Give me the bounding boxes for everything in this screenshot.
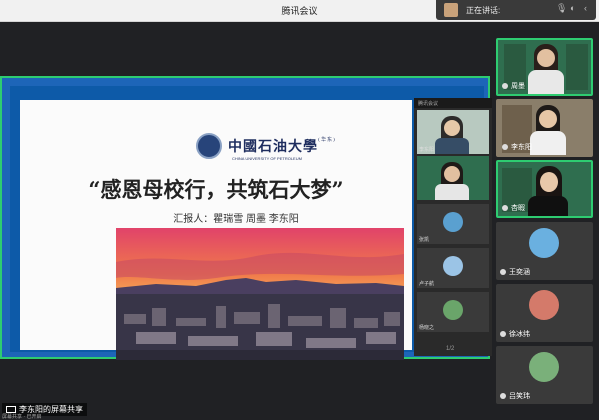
speaking-label: 正在讲话:	[466, 6, 501, 15]
participant-avatar-tile[interactable]: 徐冰纬	[496, 284, 593, 342]
mic-icon	[502, 144, 508, 151]
mini-gallery: 腾讯会议 李东阳 张凯 卢子航 杨晓之 1/2	[414, 98, 492, 356]
mini-participant-name: 杨晓之	[419, 325, 435, 331]
mic-icon	[502, 83, 508, 90]
participant-video-tile[interactable]: 周墨	[496, 38, 593, 96]
participant-avatar-tile[interactable]: 吕笑玮	[496, 346, 593, 404]
participant-avatar	[443, 212, 463, 232]
participant-name: 李东阳	[502, 142, 532, 152]
screen-share-sublabel: 屏幕共享 · 已开启	[2, 414, 42, 420]
participant-avatar	[443, 300, 463, 320]
camera-icon: ◐	[570, 3, 576, 13]
sunset-campus-photo	[116, 228, 404, 360]
participant-avatar	[529, 228, 559, 258]
mini-avatar-tile[interactable]: 卢子航	[417, 248, 489, 288]
participant-avatar	[529, 290, 559, 320]
participant-avatar	[529, 352, 559, 382]
slide-reporters: 汇报人：瞿瑞雪 周墨 李东阳	[173, 214, 299, 225]
collapse-icon[interactable]: ‹	[584, 3, 587, 13]
mic-icon	[500, 331, 506, 338]
participant-gallery: 周墨 李东阳 杏暇 王奕涵 徐冰纬 吕笑玮	[493, 34, 599, 420]
mini-participant-name: 卢子航	[419, 281, 435, 287]
mini-avatar-tile[interactable]: 杨晓之	[417, 292, 489, 332]
participant-video-tile[interactable]: 李东阳	[496, 99, 593, 157]
mini-video-tile[interactable]	[417, 156, 489, 200]
shared-screen-frame: 中國石油大學(华东) CHINA UNIVERSITY OF PETROLEUM…	[10, 86, 492, 360]
participant-avatar	[443, 256, 463, 276]
participant-name: 王奕涵	[500, 267, 530, 277]
participant-video-tile[interactable]: 杏暇	[496, 160, 593, 218]
slide-title: “感恩母校行，共筑石大梦”	[88, 177, 344, 202]
university-logo-icon	[196, 133, 222, 159]
participant-avatar-tile[interactable]: 王奕涵	[496, 222, 593, 280]
mini-avatar-tile[interactable]: 张凯	[417, 204, 489, 244]
speaker-avatar	[444, 3, 458, 17]
shared-screen: 中國石油大學(华东) CHINA UNIVERSITY OF PETROLEUM…	[0, 76, 492, 391]
mini-gallery-page[interactable]: 1/2	[446, 346, 454, 352]
mic-icon	[500, 393, 506, 400]
mini-gallery-header: 腾讯会议	[414, 98, 492, 108]
mini-video-tile[interactable]: 李东阳	[417, 110, 489, 154]
participant-name: 吕笑玮	[500, 391, 530, 401]
participant-name: 杏暇	[502, 203, 525, 213]
speaking-indicator: 正在讲话: 🎙 ◐ ‹	[436, 0, 596, 20]
mini-participant-name: 李东阳	[419, 147, 435, 153]
university-name-en: CHINA UNIVERSITY OF PETROLEUM	[232, 156, 302, 161]
mic-icon: 🎙	[556, 3, 568, 13]
mini-participant-name: 张凯	[419, 237, 430, 243]
presentation-slide: 中國石油大學(华东) CHINA UNIVERSITY OF PETROLEUM…	[20, 100, 412, 360]
mic-icon	[502, 205, 508, 212]
participant-name: 周墨	[502, 81, 525, 91]
participant-name: 徐冰纬	[500, 329, 530, 339]
university-name: 中國石油大學(华东)	[228, 137, 336, 155]
mic-icon	[500, 269, 506, 276]
